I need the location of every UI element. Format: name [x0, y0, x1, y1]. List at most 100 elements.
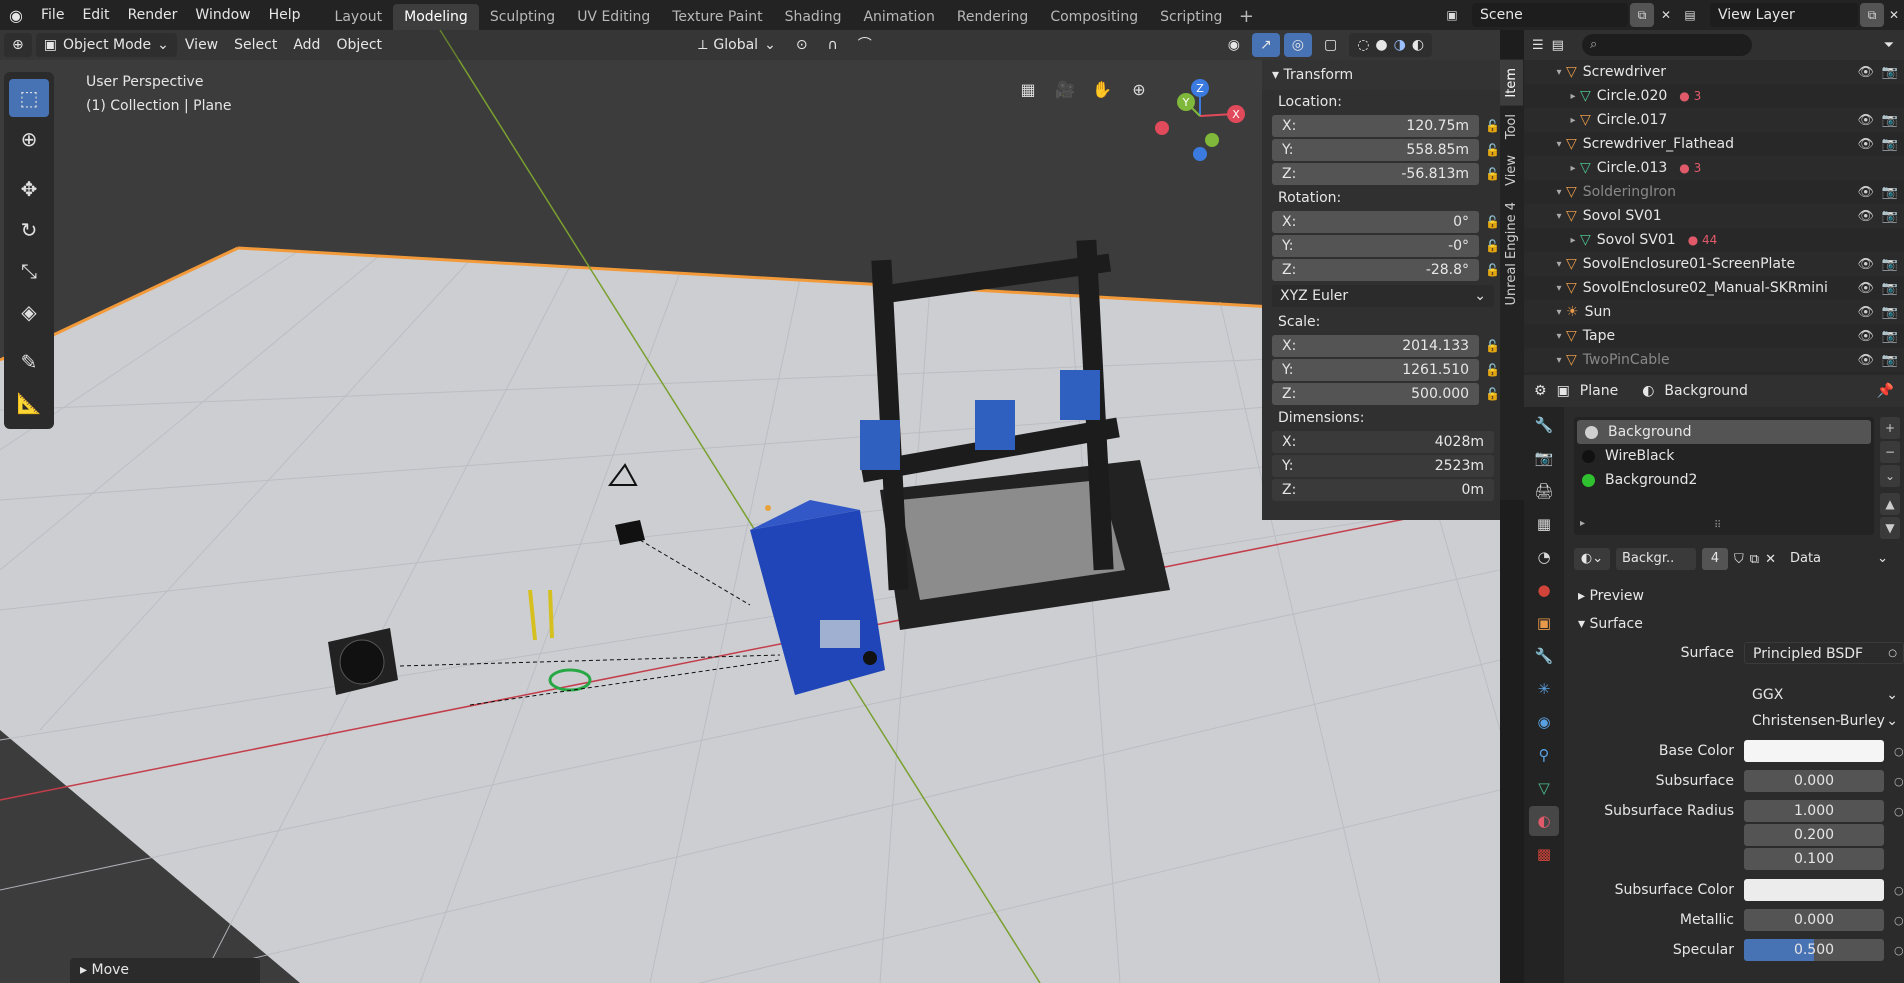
socket-icon[interactable]: ○: [1894, 914, 1904, 927]
rotation-z-field[interactable]: Z: -28.8°: [1272, 259, 1480, 281]
render-camera-icon[interactable]: 📷: [1882, 257, 1898, 272]
rotate-tool-icon[interactable]: ↻: [9, 211, 49, 249]
outliner-row[interactable]: ▾ ▽ TwoPinCable 👁 📷: [1524, 348, 1904, 372]
material-name-field[interactable]: Backgr..: [1616, 548, 1696, 570]
visibility-eye-icon[interactable]: 👁: [1857, 113, 1874, 128]
menu-add[interactable]: Add: [285, 33, 328, 57]
surface-shader-select[interactable]: Principled BSDF ○: [1744, 642, 1904, 664]
view-layer-copy-icon[interactable]: ⧉: [1860, 3, 1884, 27]
add-workspace-icon[interactable]: +: [1233, 4, 1259, 30]
physics-properties-icon[interactable]: ◉: [1529, 707, 1559, 737]
visibility-eye-icon[interactable]: 👁: [1857, 353, 1874, 368]
visibility-eye-icon[interactable]: 👁: [1857, 305, 1874, 320]
disclosure-arrow-icon[interactable]: ▾: [1552, 139, 1566, 150]
tool-properties-icon[interactable]: 🔧: [1529, 410, 1559, 440]
filter-icon[interactable]: ⏷: [1884, 38, 1894, 53]
solid-shading-icon[interactable]: ●: [1375, 33, 1387, 57]
tab-animation[interactable]: Animation: [852, 4, 945, 30]
render-camera-icon[interactable]: 📷: [1882, 65, 1898, 80]
material-properties-icon[interactable]: ◐: [1529, 806, 1559, 836]
menu-edit[interactable]: Edit: [73, 0, 118, 30]
tab-texture-paint[interactable]: Texture Paint: [661, 4, 773, 30]
disclosure-arrow-icon[interactable]: ▾: [1552, 211, 1566, 222]
tab-shading[interactable]: Shading: [774, 4, 853, 30]
surface-panel-header[interactable]: ▾ Surface: [1568, 611, 1904, 637]
xray-toggle-button[interactable]: ▢: [1316, 33, 1345, 57]
tab-modeling[interactable]: Modeling: [393, 4, 479, 30]
outliner-row[interactable]: ▾ ☀ Sun 👁 📷: [1524, 300, 1904, 324]
render-properties-icon[interactable]: 📷: [1529, 443, 1559, 473]
disclosure-arrow-icon[interactable]: ▸: [1566, 115, 1580, 126]
tab-view[interactable]: View: [1500, 147, 1523, 194]
dimensions-z-field[interactable]: Z: 0m: [1272, 479, 1494, 501]
mode-selector[interactable]: ▣ Object Mode ⌄: [35, 33, 177, 57]
outliner-row[interactable]: ▸ ▽ Circle.020 ● 3: [1524, 84, 1904, 108]
annotate-tool-icon[interactable]: ✎: [9, 343, 49, 381]
gizmo-toggle-button[interactable]: ↗: [1252, 33, 1280, 57]
texture-properties-icon[interactable]: ▩: [1529, 839, 1559, 869]
outliner-row[interactable]: ▾ ▽ Tape 👁 📷: [1524, 324, 1904, 348]
lock-icon[interactable]: 🔓: [1485, 339, 1500, 353]
resize-handle-icon[interactable]: ⠿: [1714, 520, 1721, 531]
tab-tool[interactable]: Tool: [1500, 106, 1523, 147]
visibility-button[interactable]: ◉: [1220, 33, 1248, 57]
fake-user-icon[interactable]: ⛉: [1734, 552, 1744, 567]
visibility-eye-icon[interactable]: 👁: [1857, 137, 1874, 152]
menu-select[interactable]: Select: [226, 33, 285, 57]
menu-help[interactable]: Help: [260, 0, 310, 30]
subsurface-field[interactable]: 0.000: [1744, 770, 1884, 792]
tab-layout[interactable]: Layout: [324, 4, 394, 30]
last-operator-panel[interactable]: ▸ Move: [70, 958, 260, 983]
measure-tool-icon[interactable]: 📐: [9, 384, 49, 422]
select-box-tool-icon[interactable]: ⬚: [9, 79, 49, 117]
view-layer-selector[interactable]: View Layer: [1710, 3, 1858, 27]
socket-icon[interactable]: ○: [1894, 944, 1904, 957]
navigation-gizmo[interactable]: Z X Y: [1150, 76, 1250, 166]
visibility-eye-icon[interactable]: 👁: [1857, 209, 1874, 224]
overlays-toggle-button[interactable]: ◎: [1283, 33, 1312, 57]
camera-icon[interactable]: 🎥: [1048, 72, 1082, 106]
modifier-properties-icon[interactable]: 🔧: [1529, 641, 1559, 671]
move-slot-up-button[interactable]: ▲: [1880, 493, 1900, 515]
disclosure-arrow-icon[interactable]: ▾: [1552, 355, 1566, 366]
outliner-row[interactable]: ▾ ▽ SovolEnclosure02_Manual-SKRmini 👁 📷: [1524, 276, 1904, 300]
add-slot-button[interactable]: +: [1880, 417, 1900, 439]
base-color-swatch[interactable]: [1744, 740, 1884, 762]
preview-panel-header[interactable]: ▸ Preview: [1568, 583, 1904, 609]
proportional-editing-button[interactable]: ⌒: [850, 33, 880, 57]
lock-icon[interactable]: 🔓: [1485, 167, 1500, 181]
disclosure-arrow-icon[interactable]: ▸: [1566, 235, 1580, 246]
outliner-row[interactable]: ▾ ▽ Screwdriver 👁 📷: [1524, 60, 1904, 84]
socket-icon[interactable]: ○: [1894, 775, 1904, 788]
location-z-field[interactable]: Z: -56.813m: [1272, 163, 1480, 185]
render-camera-icon[interactable]: 📷: [1882, 329, 1898, 344]
render-camera-icon[interactable]: 📷: [1882, 137, 1898, 152]
snap-button[interactable]: ∩: [820, 33, 846, 57]
browse-material-icon[interactable]: ◐⌄: [1574, 548, 1610, 570]
disclosure-arrow-icon[interactable]: ▸: [1566, 163, 1580, 174]
remove-slot-button[interactable]: −: [1880, 441, 1900, 463]
material-slot-item[interactable]: Background: [1577, 420, 1871, 444]
dimensions-x-field[interactable]: X: 4028m: [1272, 431, 1494, 453]
outliner-row[interactable]: ▾ ▽ Sovol SV01 👁 📷: [1524, 204, 1904, 228]
pivot-point-button[interactable]: ⊙: [788, 33, 816, 57]
editor-type-button[interactable]: ⊕: [4, 33, 32, 57]
scene-selector[interactable]: Scene: [1472, 3, 1628, 27]
menu-file[interactable]: File: [32, 0, 73, 30]
visibility-eye-icon[interactable]: 👁: [1857, 257, 1874, 272]
menu-object[interactable]: Object: [328, 33, 390, 57]
outliner-row[interactable]: ▸ ▽ Sovol SV01 ● 44: [1524, 228, 1904, 252]
tab-sculpting[interactable]: Sculpting: [479, 4, 566, 30]
tab-rendering[interactable]: Rendering: [946, 4, 1040, 30]
lock-icon[interactable]: 🔓: [1485, 119, 1500, 133]
render-camera-icon[interactable]: 📷: [1882, 209, 1898, 224]
display-mode-icon[interactable]: ▤: [1552, 38, 1564, 53]
object-properties-icon[interactable]: ▣: [1529, 608, 1559, 638]
users-count[interactable]: 4: [1702, 548, 1728, 570]
visibility-eye-icon[interactable]: 👁: [1857, 185, 1874, 200]
transform-header[interactable]: ▾ Transform: [1262, 60, 1500, 90]
toggle-camera-view-icon[interactable]: ▦: [1011, 72, 1045, 106]
render-camera-icon[interactable]: 📷: [1882, 281, 1898, 296]
expand-arrow-icon[interactable]: ▸: [1580, 518, 1585, 529]
output-properties-icon[interactable]: 🖨: [1529, 476, 1559, 506]
